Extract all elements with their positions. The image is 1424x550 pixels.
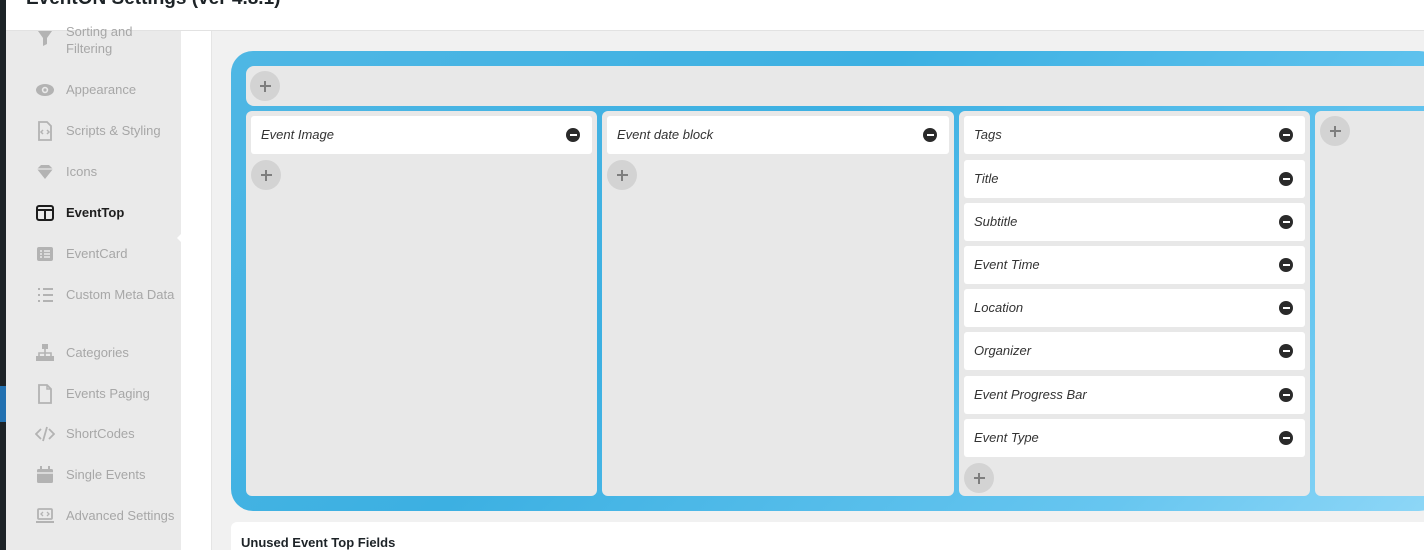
remove-field-button[interactable] (1279, 172, 1293, 186)
layout-column-2: Event date block (602, 111, 954, 496)
sidebar-item-eventtop[interactable]: EventTop (6, 202, 181, 224)
field-label: Subtitle (974, 214, 1018, 229)
sidebar-item-single-events[interactable]: Single Events (6, 464, 181, 486)
page-title: EventON Settings (ver 4.8.1) (26, 0, 280, 10)
layout-column-3: Tags Title Subtitle Event Time Location … (959, 111, 1310, 496)
field-tags[interactable]: Tags (964, 116, 1305, 154)
sidebar-item-label: Sorting and Filtering (66, 24, 133, 56)
field-location[interactable]: Location (964, 289, 1305, 327)
field-title[interactable]: Title (964, 160, 1305, 198)
field-label: Organizer (974, 343, 1032, 358)
sidebar-item-shortcodes[interactable]: ShortCodes (6, 423, 181, 445)
remove-field-button[interactable] (923, 128, 937, 142)
laptop-code-icon (34, 505, 56, 527)
field-label: Tags (974, 127, 1002, 142)
list-card-icon (34, 243, 56, 265)
remove-field-button[interactable] (1279, 258, 1293, 272)
columns-icon (34, 202, 56, 224)
sidebar-item-events-paging[interactable]: Events Paging (6, 383, 181, 405)
remove-field-button[interactable] (1279, 344, 1293, 358)
remove-field-button[interactable] (1279, 128, 1293, 142)
sidebar-item-sorting-filtering[interactable]: Sorting and Filtering (6, 23, 181, 57)
field-subtitle[interactable]: Subtitle (964, 203, 1305, 241)
layout-top-row (246, 66, 1424, 106)
field-label: Title (974, 171, 999, 186)
remove-field-button[interactable] (1279, 388, 1293, 402)
sidebar-item-custom-meta-data[interactable]: Custom Meta Data (6, 284, 181, 320)
field-event-date-block[interactable]: Event date block (607, 116, 949, 154)
field-event-type[interactable]: Event Type (964, 419, 1305, 457)
gem-icon (34, 161, 56, 183)
sidebar-item-eventcard[interactable]: EventCard (6, 243, 181, 265)
sidebar-item-label: ShortCodes (66, 426, 135, 441)
field-event-time[interactable]: Event Time (964, 246, 1305, 284)
field-label: Event Type (974, 430, 1039, 445)
sidebar-item-label: EventCard (66, 246, 128, 261)
code-file-icon (34, 120, 56, 142)
sidebar-item-label: Appearance (66, 82, 137, 97)
layout-column-4 (1315, 111, 1424, 496)
field-label: Event Image (261, 127, 334, 142)
eye-icon (34, 79, 56, 101)
add-field-button[interactable] (1320, 116, 1350, 146)
sidebar-item-label: Categories (66, 345, 129, 360)
remove-field-button[interactable] (1279, 431, 1293, 445)
layout-column-1: Event Image (246, 111, 597, 496)
sidebar-item-advanced-settings[interactable]: Advanced Settings (6, 505, 181, 541)
settings-sidebar: Sorting and Filtering Appearance Scripts… (6, 24, 187, 550)
sidebar-item-label: EventTop (66, 205, 125, 220)
file-icon (34, 383, 56, 405)
sidebar-item-icons[interactable]: Icons (6, 161, 181, 183)
sidebar-item-scripts-styling[interactable]: Scripts & Styling (6, 120, 181, 142)
add-field-button[interactable] (607, 160, 637, 190)
add-row-button[interactable] (250, 71, 280, 101)
unused-fields-title: Unused Event Top Fields (241, 535, 396, 550)
remove-field-button[interactable] (1279, 215, 1293, 229)
field-event-image[interactable]: Event Image (251, 116, 592, 154)
sidebar-item-label: Scripts & Styling (66, 123, 161, 138)
field-label: Event Time (974, 257, 1040, 272)
filter-icon (34, 27, 56, 49)
sidebar-item-label: Icons (66, 164, 98, 179)
sidebar-item-label: Custom Meta Data (66, 287, 175, 302)
field-event-progress-bar[interactable]: Event Progress Bar (964, 376, 1305, 414)
add-field-button[interactable] (964, 463, 994, 493)
sidebar-item-label: Single Events (66, 467, 146, 482)
remove-field-button[interactable] (566, 128, 580, 142)
field-organizer[interactable]: Organizer (964, 332, 1305, 370)
unused-fields-section: Unused Event Top Fields (231, 522, 1424, 550)
remove-field-button[interactable] (1279, 301, 1293, 315)
sidebar-item-appearance[interactable]: Appearance (6, 79, 181, 101)
code-icon (34, 423, 56, 445)
calendar-icon (34, 464, 56, 486)
add-field-button[interactable] (251, 160, 281, 190)
sidebar-item-label: Events Paging (66, 386, 150, 401)
sidebar-item-categories[interactable]: Categories (6, 342, 181, 364)
settings-title-bar: EventON Settings (ver 4.8.1) (6, 0, 1424, 31)
field-label: Event Progress Bar (974, 387, 1087, 402)
field-label: Location (974, 300, 1024, 315)
sidebar-item-label: Advanced Settings (66, 508, 175, 523)
field-label: Event date block (617, 127, 714, 142)
list-icon (34, 284, 56, 306)
sitemap-icon (34, 342, 56, 364)
